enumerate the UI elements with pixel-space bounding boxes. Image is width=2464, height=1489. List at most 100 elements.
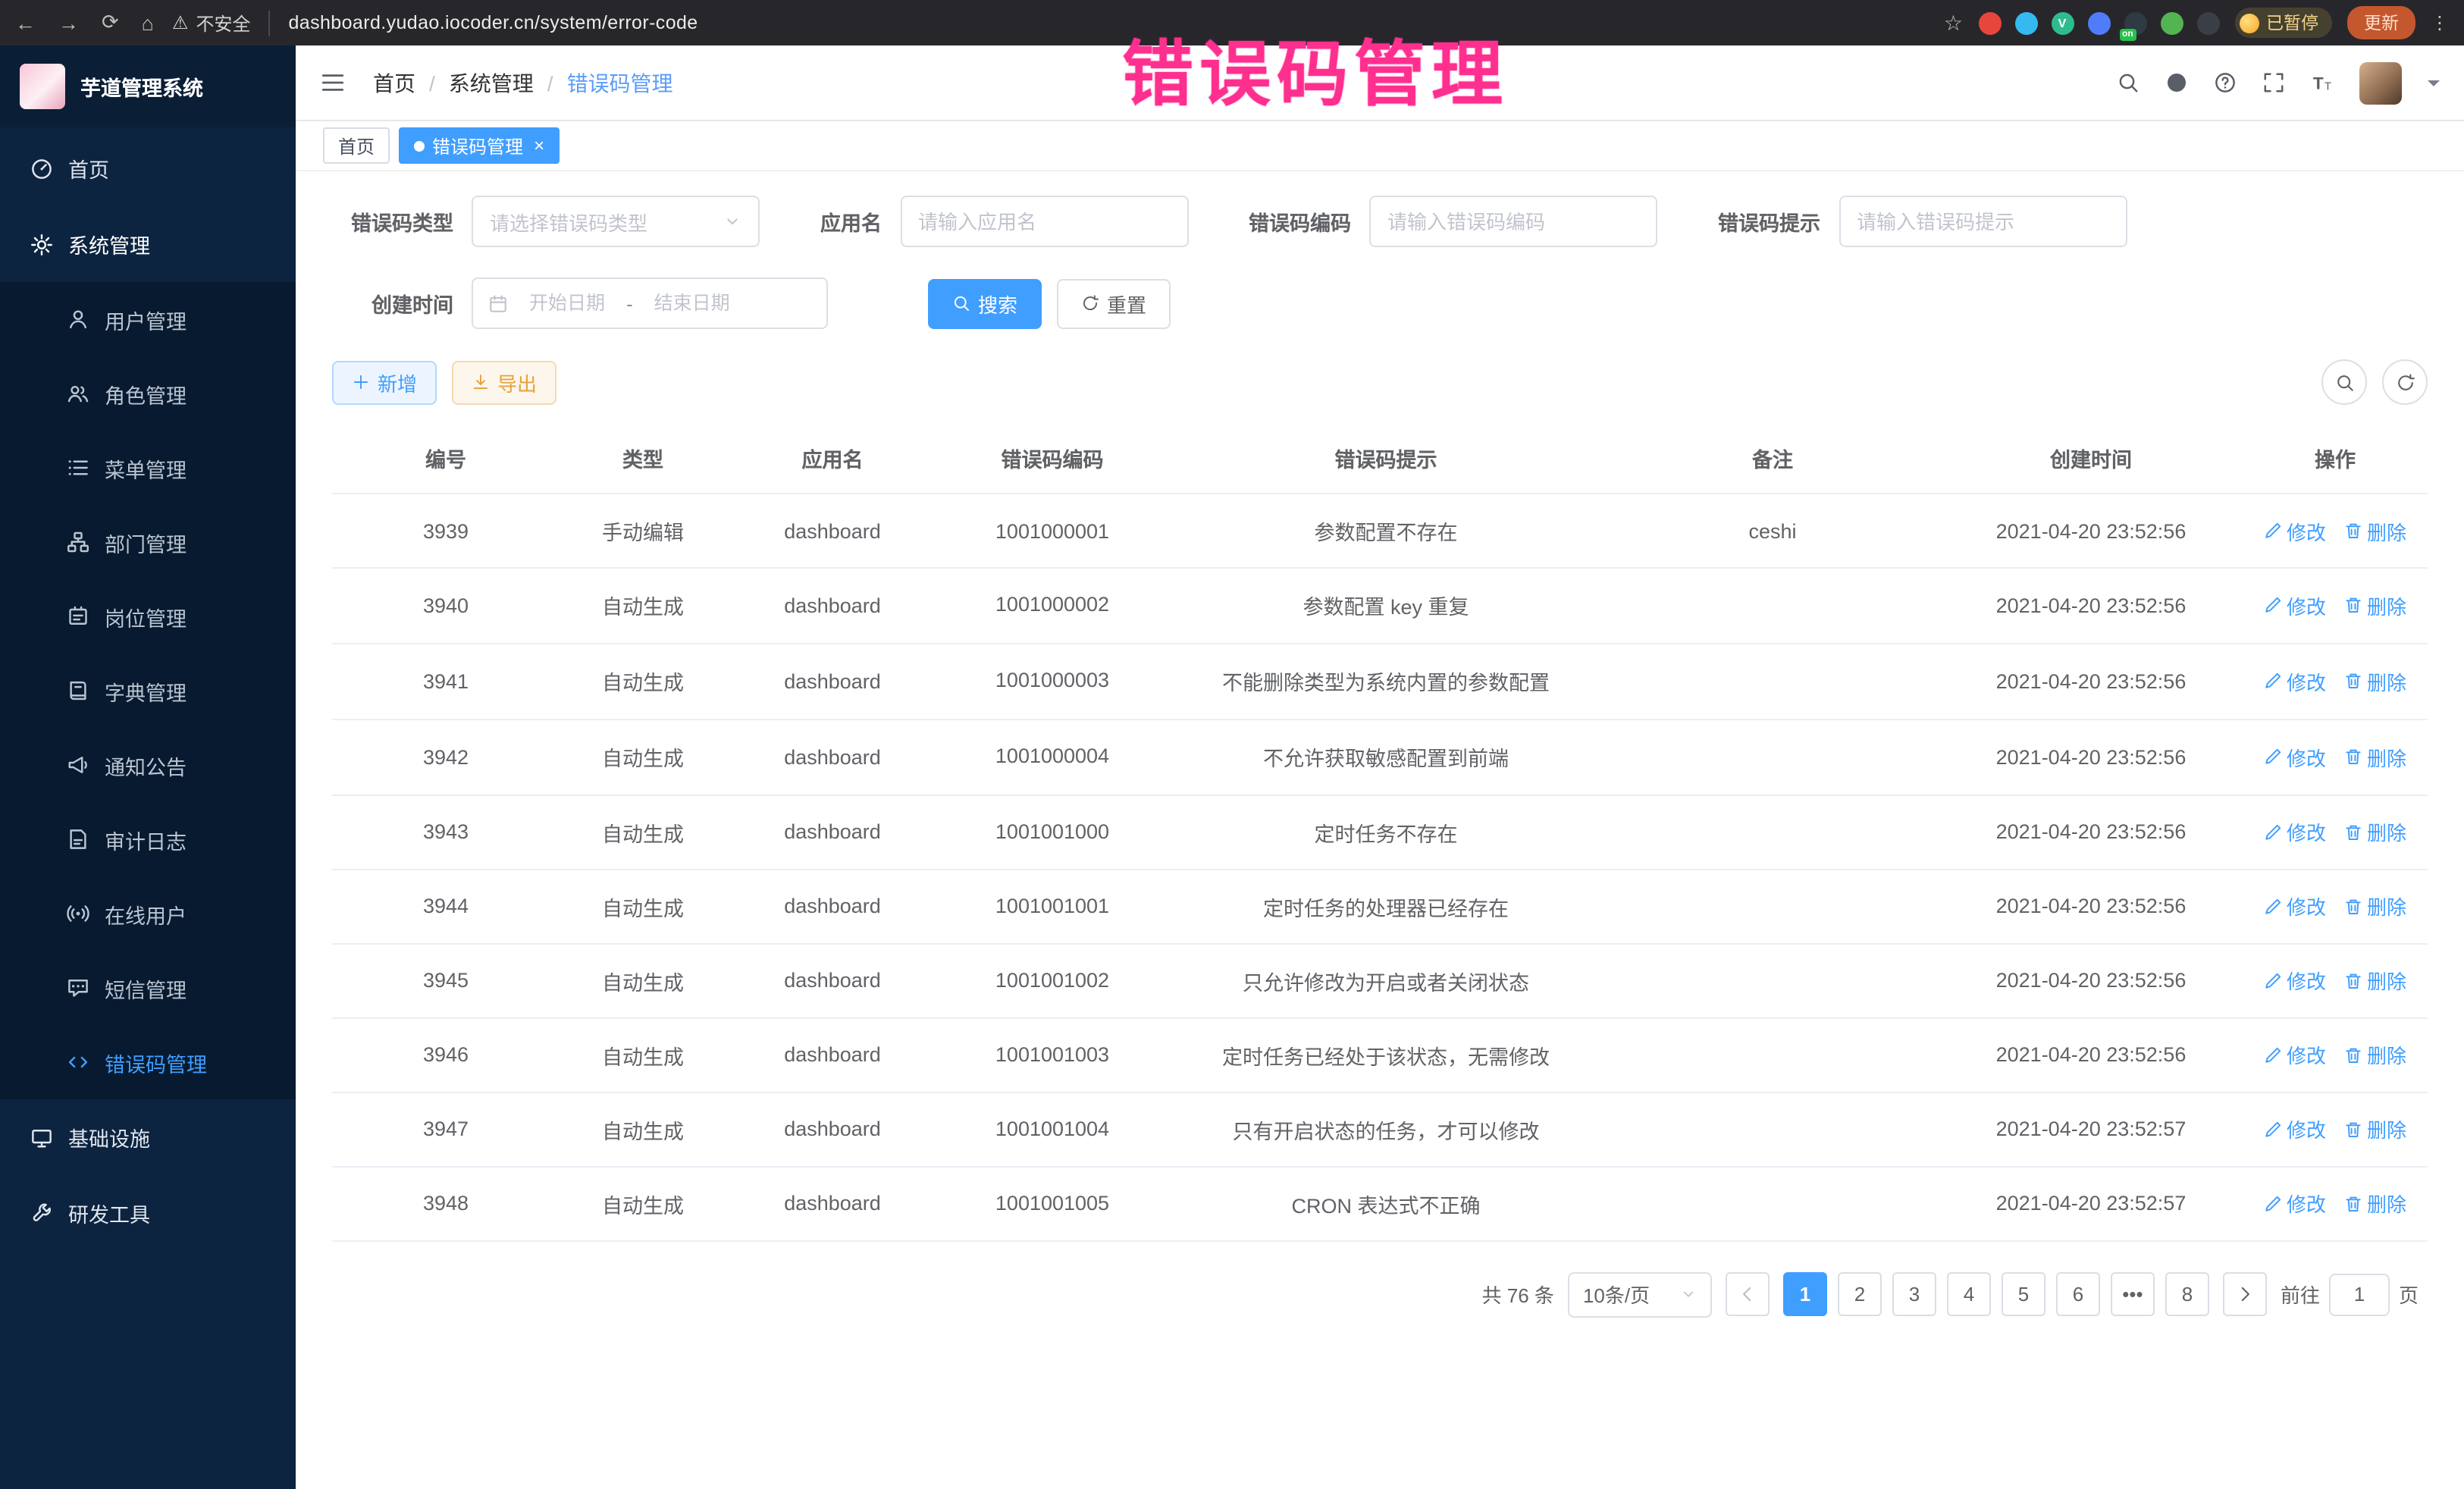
pager-page-3[interactable]: 3 — [1892, 1273, 1936, 1317]
cell-time: 2021-04-20 23:52:56 — [1939, 644, 2243, 719]
search-button[interactable]: 搜索 — [928, 278, 1042, 328]
pager-page-8[interactable]: 8 — [2165, 1273, 2209, 1317]
back-icon[interactable]: ← — [15, 11, 36, 34]
bookmark-star-icon[interactable]: ☆ — [1944, 10, 1963, 36]
delete-link[interactable]: 删除 — [2344, 818, 2406, 847]
edit-link[interactable]: 修改 — [2264, 967, 2326, 995]
sidebar-item-devtools[interactable]: 研发工具 — [0, 1175, 296, 1251]
switch-ext-icon[interactable]: on — [2124, 11, 2146, 34]
forward-icon[interactable]: → — [58, 11, 79, 34]
sidebar-item-audit-log[interactable]: 审计日志 — [0, 802, 296, 876]
reset-button[interactable]: 重置 — [1057, 278, 1171, 328]
cell-actions: 修改删除 — [2243, 719, 2428, 795]
pin-ext-icon[interactable] — [2196, 11, 2219, 34]
sidebar-item-label: 短信管理 — [105, 973, 187, 1003]
pager-page-6[interactable]: 6 — [2056, 1273, 2100, 1317]
home-icon[interactable]: ⌂ — [142, 11, 154, 34]
sidebar-item-error-code[interactable]: 错误码管理 — [0, 1025, 296, 1099]
chevron-down-icon[interactable] — [2428, 80, 2440, 92]
edit-link[interactable]: 修改 — [2264, 892, 2326, 921]
delete-link[interactable]: 删除 — [2344, 591, 2406, 620]
profile-paused-badge[interactable]: 已暂停 — [2234, 8, 2332, 38]
pager-page-5[interactable]: 5 — [2002, 1273, 2045, 1317]
edit-link[interactable]: 修改 — [2264, 818, 2326, 847]
sidebar-item-online-user[interactable]: 在线用户 — [0, 876, 296, 951]
error-msg-input[interactable] — [1839, 196, 2127, 247]
edit-link[interactable]: 修改 — [2264, 667, 2326, 696]
delete-link[interactable]: 删除 — [2344, 967, 2406, 995]
add-button[interactable]: 新增 — [332, 360, 437, 404]
sidebar-item-dict[interactable]: 字典管理 — [0, 654, 296, 728]
edit-link[interactable]: 修改 — [2264, 516, 2326, 545]
delete-link[interactable]: 删除 — [2344, 1190, 2406, 1218]
sidebar-item-dept[interactable]: 部门管理 — [0, 505, 296, 579]
sidebar-item-infra[interactable]: 基础设施 — [0, 1099, 296, 1175]
role-icon — [67, 382, 89, 405]
avatar[interactable] — [2359, 61, 2402, 104]
font-size-icon[interactable]: TT — [2311, 71, 2334, 94]
sidebar-item-role[interactable]: 角色管理 — [0, 356, 296, 431]
pager-next-button[interactable] — [2223, 1273, 2267, 1317]
sidebar-item-menu[interactable]: 菜单管理 — [0, 431, 296, 505]
drop-ext-icon[interactable] — [2014, 11, 2037, 34]
goto-page-input[interactable] — [2329, 1274, 2390, 1316]
breadcrumb-item[interactable]: 首页 — [373, 67, 415, 98]
security-indicator[interactable]: ⚠ 不安全 — [172, 10, 271, 36]
error-code-input[interactable] — [1369, 196, 1657, 247]
address-bar[interactable]: dashboard.yudao.iocoder.cn/system/error-… — [289, 12, 698, 33]
browser-menu-icon[interactable]: ⋮ — [2431, 12, 2449, 33]
browser-nav: ← → ⟳ ⌂ — [15, 11, 154, 35]
delete-link[interactable]: 删除 — [2344, 516, 2406, 545]
delete-link[interactable]: 删除 — [2344, 667, 2406, 696]
logo[interactable]: 芋道管理系统 — [0, 45, 296, 127]
audit-icon — [67, 828, 89, 851]
edit-link[interactable]: 修改 — [2264, 743, 2326, 772]
error-type-select[interactable]: 请选择错误码类型 — [472, 196, 760, 247]
refresh-table-button[interactable] — [2382, 359, 2428, 405]
delete-link[interactable]: 删除 — [2344, 1041, 2406, 1070]
leaf-ext-icon[interactable] — [2160, 11, 2183, 34]
pagination: 共 76 条 10条/页 123456•••8 — [341, 1272, 2419, 1318]
sidebar-item-home[interactable]: 首页 — [0, 130, 296, 206]
reload-icon[interactable]: ⟳ — [102, 11, 119, 35]
grid-ext-icon[interactable] — [2087, 11, 2110, 34]
tab-首页[interactable]: 首页 — [323, 127, 390, 164]
tab-close-icon[interactable]: × — [534, 135, 544, 156]
edit-link[interactable]: 修改 — [2264, 1190, 2326, 1218]
user-icon — [67, 308, 89, 331]
export-button[interactable]: 导出 — [452, 360, 556, 404]
page-size-select[interactable]: 10条/页 — [1568, 1272, 1712, 1318]
record-ext-icon[interactable] — [1978, 11, 2001, 34]
github-icon[interactable] — [2165, 71, 2188, 94]
help-icon[interactable] — [2214, 71, 2237, 94]
edit-link[interactable]: 修改 — [2264, 591, 2326, 620]
edit-link[interactable]: 修改 — [2264, 1115, 2326, 1144]
ext-badge: on — [2119, 28, 2136, 40]
search-icon[interactable] — [2117, 71, 2140, 94]
browser-update-button[interactable]: 更新 — [2347, 6, 2415, 39]
delete-link[interactable]: 删除 — [2344, 1115, 2406, 1144]
sidebar-item-post[interactable]: 岗位管理 — [0, 579, 296, 654]
end-date-input[interactable] — [641, 291, 744, 315]
sidebar-item-system[interactable]: 系统管理 — [0, 206, 296, 282]
app-name-input[interactable] — [900, 196, 1188, 247]
pager-more-button[interactable]: ••• — [2111, 1273, 2155, 1317]
start-date-input[interactable] — [516, 291, 619, 315]
create-time-range[interactable]: - — [472, 277, 828, 329]
sidebar-item-sms[interactable]: 短信管理 — [0, 951, 296, 1025]
pager-prev-button[interactable] — [1726, 1273, 1770, 1317]
pager-page-4[interactable]: 4 — [1947, 1273, 1991, 1317]
pager-page-2[interactable]: 2 — [1838, 1273, 1882, 1317]
delete-link[interactable]: 删除 — [2344, 743, 2406, 772]
pager-page-1[interactable]: 1 — [1783, 1273, 1827, 1317]
fullscreen-icon[interactable] — [2262, 71, 2285, 94]
sidebar-item-user[interactable]: 用户管理 — [0, 282, 296, 356]
breadcrumb-item[interactable]: 系统管理 — [449, 67, 534, 98]
vue-devtools-ext-icon[interactable]: V — [2051, 11, 2074, 34]
show-search-button[interactable] — [2321, 359, 2367, 405]
edit-link[interactable]: 修改 — [2264, 1041, 2326, 1070]
delete-link[interactable]: 删除 — [2344, 892, 2406, 921]
hamburger-icon[interactable] — [320, 70, 346, 96]
sidebar-item-notice[interactable]: 通知公告 — [0, 728, 296, 802]
tab-错误码管理[interactable]: 错误码管理× — [399, 127, 560, 164]
